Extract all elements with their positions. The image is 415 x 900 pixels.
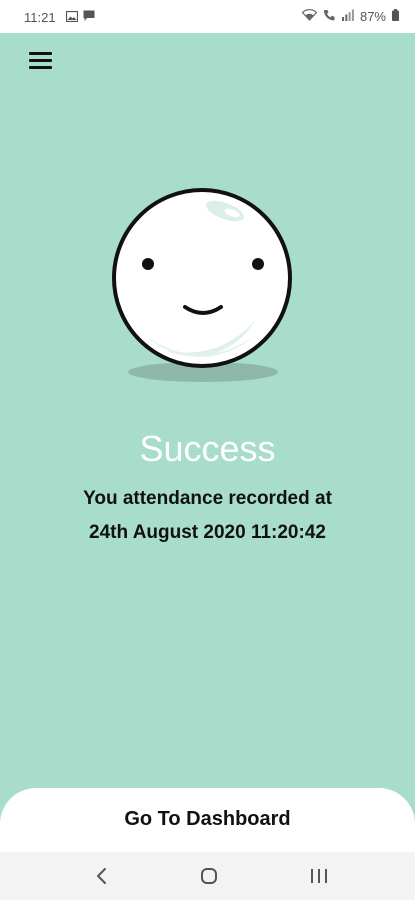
character-face — [112, 188, 292, 368]
attendance-timestamp: 24th August 2020 11:20:42 — [89, 522, 326, 543]
status-time: 11:21 — [24, 10, 56, 25]
battery-percent: 87% — [359, 9, 386, 24]
call-icon — [323, 9, 336, 24]
go-to-dashboard-label: Go To Dashboard — [124, 808, 291, 830]
go-to-dashboard-button[interactable]: Go To Dashboard — [0, 788, 415, 858]
wifi-icon — [301, 9, 318, 24]
back-icon[interactable] — [88, 864, 118, 888]
attendance-message: You attendance recorded at — [83, 488, 332, 509]
home-icon[interactable] — [194, 864, 224, 888]
success-screen: 11:21 87% Success You attendance recorde… — [0, 0, 415, 900]
system-nav-bar — [0, 852, 415, 900]
image-icon — [65, 10, 79, 25]
status-system-icons: 87% — [301, 9, 399, 24]
right-eye — [252, 258, 264, 270]
battery-icon — [392, 9, 399, 24]
signal-icon — [341, 9, 354, 24]
left-eye — [142, 258, 154, 270]
status-notification-icons — [65, 10, 95, 25]
hamburger-menu-icon[interactable] — [29, 52, 53, 70]
message-icon — [83, 10, 95, 25]
recent-apps-icon[interactable] — [304, 864, 334, 888]
status-bar: 11:21 87% — [0, 0, 415, 33]
smiling-face-character — [105, 185, 295, 390]
success-title: Success — [139, 428, 276, 469]
